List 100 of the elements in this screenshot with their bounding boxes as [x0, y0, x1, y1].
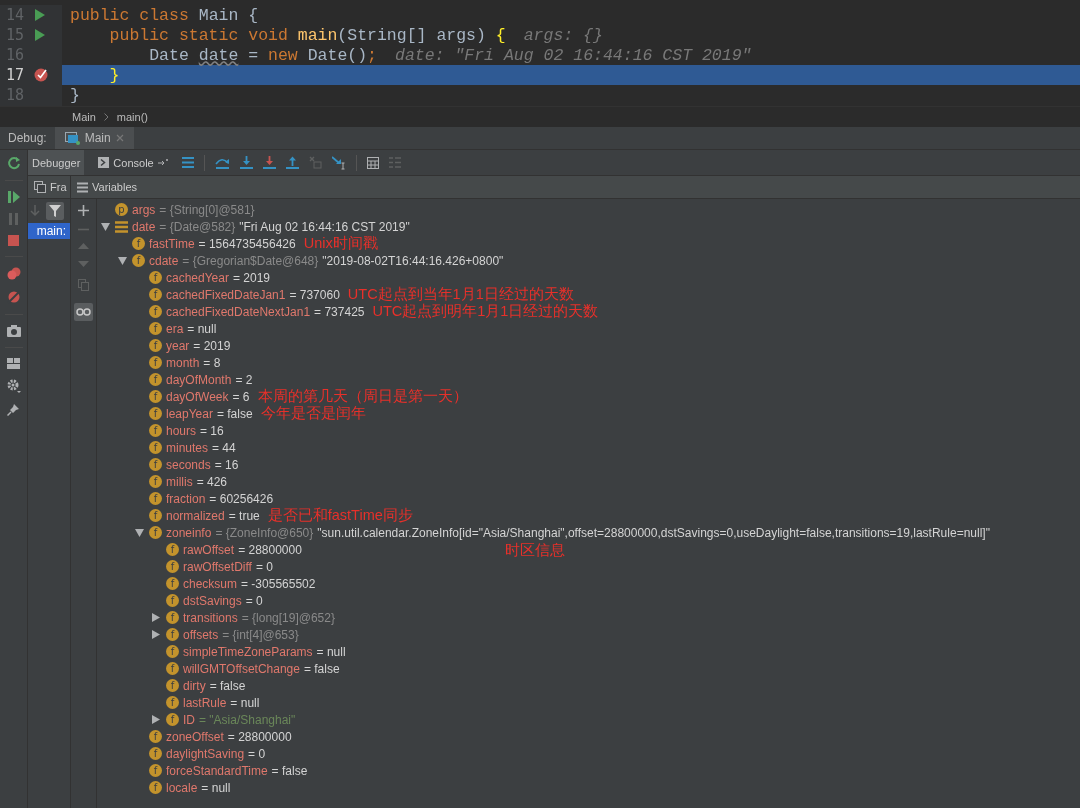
variable-entry[interactable]: leapYear = false [166, 406, 253, 421]
expand-arrow-icon[interactable] [152, 613, 160, 622]
field-badge: f [149, 509, 162, 522]
expand-arrow-icon[interactable] [152, 630, 160, 639]
variable-entry[interactable]: checksum = -305565502 [183, 576, 316, 591]
field-badge: f [149, 356, 162, 369]
frames-icon [34, 181, 46, 193]
array-icon [115, 220, 128, 233]
field-badge: f [166, 696, 179, 709]
field-badge: f [149, 526, 162, 539]
variable-entry[interactable]: dayOfWeek = 6 [166, 389, 250, 404]
session-tab[interactable]: Main [54, 127, 134, 149]
window-icon [64, 131, 80, 145]
variable-entry[interactable]: rawOffset = 28800000 [183, 542, 302, 557]
expand-arrow-icon[interactable] [152, 715, 160, 724]
variable-entry[interactable]: era = null [166, 321, 217, 336]
variable-entry[interactable]: dirty = false [183, 678, 246, 693]
run-icon[interactable] [34, 29, 45, 41]
field-badge: f [149, 271, 162, 284]
variable-entry[interactable]: month = 8 [166, 355, 221, 370]
filter-button[interactable] [46, 202, 64, 220]
debugger-tab[interactable]: Debugger [28, 150, 85, 175]
field-badge: f [149, 339, 162, 352]
variable-entry[interactable]: date = {Date@582} "Fri Aug 02 16:44:16 CST 2019" [132, 219, 410, 234]
panel-label: Debug: [7, 130, 48, 147]
layout-icon[interactable] [7, 358, 20, 369]
close-icon[interactable] [115, 134, 124, 142]
frame-item[interactable]: main: [28, 223, 70, 239]
step-into-icon[interactable] [239, 156, 253, 169]
resume-icon[interactable] [7, 191, 20, 203]
variable-entry[interactable]: hours = 16 [166, 423, 224, 438]
breadcrumb-item[interactable]: main() [116, 111, 148, 123]
variable-entry[interactable]: minutes = 44 [166, 440, 236, 455]
variable-entry[interactable]: cachedFixedDateNextJan1 = 737425 [166, 304, 365, 319]
camera-icon[interactable] [6, 325, 21, 337]
variable-entry[interactable]: simpleTimeZoneParams = null [183, 644, 346, 659]
variable-entry[interactable]: zoneOffset = 28800000 [166, 729, 292, 744]
field-badge: f [149, 747, 162, 760]
variable-entry[interactable]: daylightSaving = 0 [166, 746, 266, 761]
field-badge: f [149, 475, 162, 488]
annotation-text: 时区信息 [505, 541, 565, 560]
inline-value-hint: date: "Fri Aug 02 16:44:16 CST 2019" [395, 45, 752, 65]
variables-icon [77, 181, 88, 193]
field-badge: f [149, 407, 162, 420]
collapse-arrow-icon[interactable] [101, 222, 110, 231]
variable-entry[interactable]: zoneinfo = {ZoneInfo@650} "sun.util.calendar.ZoneInfo[id="Asia/Shanghai",offset=28800000,dstSavings=0,useDaylight=false,transitions=19,lastRule=null]" [166, 525, 990, 540]
field-badge: f [149, 441, 162, 454]
variable-entry[interactable]: seconds = 16 [166, 457, 239, 472]
variable-entry[interactable]: dayOfMonth = 2 [166, 372, 253, 387]
add-icon[interactable] [78, 205, 89, 216]
field-badge: f [166, 628, 179, 641]
rerun-icon[interactable] [6, 156, 21, 170]
run-to-cursor-icon[interactable] [331, 155, 346, 170]
variable-entry[interactable]: forceStandardTime = false [166, 763, 308, 778]
field-badge: f [149, 781, 162, 794]
pin-icon[interactable] [7, 403, 20, 416]
variable-entry[interactable]: transitions = {long[19]@652} [183, 610, 335, 625]
variable-entry[interactable]: millis = 426 [166, 474, 228, 489]
step-out-icon[interactable] [285, 156, 299, 169]
menu-icon[interactable] [181, 157, 194, 168]
variable-entry[interactable]: normalized = true [166, 508, 260, 523]
breakpoint-icon[interactable] [34, 68, 48, 82]
annotation-text: 本周的第几天（周日是第一天） [257, 387, 468, 406]
variable-entry[interactable]: locale = null [166, 780, 231, 795]
settings-icon[interactable] [6, 379, 21, 393]
annotation-text: Unix时间戳 [303, 234, 378, 253]
breakpoints-icon[interactable] [6, 267, 21, 280]
variable-entry[interactable]: lastRule = null [183, 695, 260, 710]
mute-breakpoints-icon[interactable] [6, 290, 21, 304]
variable-entry[interactable]: fastTime = 1564735456426 [149, 236, 296, 251]
field-badge: f [149, 764, 162, 777]
field-badge: f [166, 662, 179, 675]
watches-toggle-button[interactable] [74, 303, 93, 321]
collapse-arrow-icon[interactable] [135, 528, 144, 537]
variable-entry[interactable]: fraction = 60256426 [166, 491, 274, 506]
run-icon[interactable] [34, 9, 45, 21]
variable-entry[interactable]: dstSavings = 0 [183, 593, 263, 608]
force-step-into-icon[interactable] [262, 156, 276, 169]
annotation-text: 今年是否是闰年 [260, 404, 366, 423]
field-badge: f [166, 543, 179, 556]
variable-entry[interactable]: willGMTOffsetChange = false [183, 661, 340, 676]
collapse-arrow-icon[interactable] [118, 256, 127, 265]
variable-entry[interactable]: ID = "Asia/Shanghai" [183, 712, 296, 727]
console-tab[interactable]: Console [94, 150, 172, 175]
variable-entry[interactable]: offsets = {int[4]@653} [183, 627, 299, 642]
field-badge: f [149, 492, 162, 505]
variable-entry[interactable]: args = {String[0]@581} [132, 202, 255, 217]
breadcrumb-item[interactable]: Main [72, 111, 96, 123]
variable-entry[interactable]: rawOffsetDiff = 0 [183, 559, 273, 574]
variable-entry[interactable]: year = 2019 [166, 338, 231, 353]
variable-entry[interactable]: cachedYear = 2019 [166, 270, 270, 285]
step-over-icon[interactable] [214, 156, 230, 169]
field-badge: f [132, 254, 145, 267]
variable-entry[interactable]: cdate = {Gregorian$Date@648} "2019-08-02T16:44:16.426+0800" [149, 253, 504, 268]
field-badge: f [166, 611, 179, 624]
variable-entry[interactable]: cachedFixedDateJan1 = 737060 [166, 287, 340, 302]
pin-arrow-icon [157, 159, 168, 166]
field-badge: f [166, 594, 179, 607]
calculator-icon[interactable] [366, 156, 379, 169]
field-badge: f [149, 288, 162, 301]
